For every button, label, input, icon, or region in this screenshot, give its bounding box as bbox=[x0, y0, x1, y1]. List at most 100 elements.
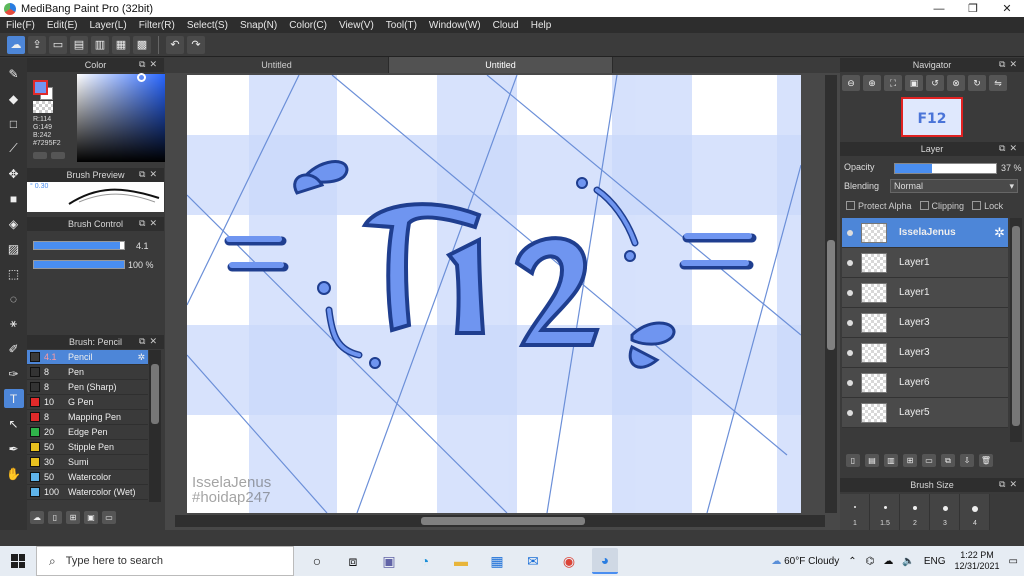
weather-widget[interactable]: ☁ 60°F Cloudy bbox=[771, 556, 839, 567]
zoom-out-icon[interactable]: ⊖ bbox=[842, 75, 860, 91]
menu-cloud[interactable]: Cloud bbox=[487, 20, 525, 31]
menu-window[interactable]: Window(W) bbox=[423, 20, 487, 31]
file-explorer-icon[interactable]: ▬ bbox=[448, 548, 474, 574]
grid-icon[interactable]: ▦ bbox=[112, 35, 130, 54]
apps-icon[interactable]: ▩ bbox=[133, 35, 151, 54]
panel-controls-icon[interactable]: ⧉✕ bbox=[139, 218, 161, 229]
pen-line-tool-icon[interactable]: ⟋ bbox=[4, 139, 24, 158]
brush-size-preset[interactable]: 1.5 bbox=[870, 494, 900, 530]
brush-size-preset[interactable]: 1 bbox=[840, 494, 870, 530]
reset-view-icon[interactable]: ⊗ bbox=[947, 75, 965, 91]
brush-list-item[interactable]: 4.1 Pencil ✲ bbox=[27, 350, 148, 365]
brush-list-item[interactable]: 8 Pen (Sharp) bbox=[27, 380, 148, 395]
layer-item[interactable]: Layer3 bbox=[842, 338, 1008, 368]
taskbar-search[interactable]: ⌕ Type here to search bbox=[36, 546, 294, 576]
close-button[interactable]: ✕ bbox=[990, 0, 1024, 17]
volume-icon[interactable]: 🔈 bbox=[902, 556, 914, 567]
teams-icon[interactable]: ▣ bbox=[376, 548, 402, 574]
layer-item[interactable]: IsselaJenus ✲ bbox=[842, 218, 1008, 248]
brush-list-item[interactable]: 30 Sumi bbox=[27, 455, 148, 470]
navigator-thumbnail[interactable]: F12 bbox=[901, 97, 963, 137]
visibility-icon[interactable] bbox=[847, 289, 853, 296]
gear-icon[interactable]: ✲ bbox=[137, 352, 145, 363]
language-indicator[interactable]: ENG bbox=[924, 556, 946, 567]
merge-layer-icon[interactable]: ⇩ bbox=[960, 454, 974, 467]
new-8bit-layer-icon[interactable]: ▥ bbox=[884, 454, 898, 467]
menu-color[interactable]: Color(C) bbox=[283, 20, 333, 31]
add-brush-icon[interactable]: ⊞ bbox=[66, 511, 80, 524]
brush-list-scrollbar[interactable] bbox=[149, 350, 161, 502]
note-icon[interactable]: ▤ bbox=[70, 35, 88, 54]
brush-size-preset[interactable]: 4 bbox=[960, 494, 990, 530]
comment-icon[interactable]: ▭ bbox=[49, 35, 67, 54]
menu-help[interactable]: Help bbox=[525, 20, 558, 31]
visibility-icon[interactable] bbox=[847, 349, 853, 356]
transparent-color-swatch[interactable] bbox=[33, 101, 53, 113]
brush-list-item[interactable]: 50 Stipple Pen bbox=[27, 440, 148, 455]
edge-icon[interactable]: ◔ bbox=[412, 548, 438, 574]
clock[interactable]: 1:22 PM 12/31/2021 bbox=[955, 550, 1000, 572]
new-brush-icon[interactable]: ▯ bbox=[48, 511, 62, 524]
redo-icon[interactable]: ↷ bbox=[187, 35, 205, 54]
visibility-icon[interactable] bbox=[847, 379, 853, 386]
cloud-brush-icon[interactable]: ☁ bbox=[30, 511, 44, 524]
cortana-icon[interactable]: ○ bbox=[304, 548, 330, 574]
minimize-button[interactable]: — bbox=[922, 0, 956, 17]
task-view-icon[interactable]: ⧈ bbox=[340, 548, 366, 574]
fill-shape-tool-icon[interactable]: ■ bbox=[4, 189, 24, 208]
color-mode-button[interactable] bbox=[33, 152, 47, 159]
brush-list-item[interactable]: 8 Pen bbox=[27, 365, 148, 380]
new-halftone-layer-icon[interactable]: ▤ bbox=[865, 454, 879, 467]
clipping-checkbox[interactable]: Clipping bbox=[919, 201, 964, 211]
chevron-up-icon[interactable]: ⌃ bbox=[848, 556, 856, 567]
new-layer-icon[interactable]: ▯ bbox=[846, 454, 860, 467]
scrollbar-thumb[interactable] bbox=[151, 364, 159, 424]
layer-list-scrollbar[interactable] bbox=[1010, 218, 1022, 442]
zoom-in-icon[interactable]: ⊕ bbox=[863, 75, 881, 91]
notification-icon[interactable]: ▭ bbox=[1009, 556, 1018, 567]
rotate-right-icon[interactable]: ↻ bbox=[968, 75, 986, 91]
scrollbar-thumb[interactable] bbox=[1012, 226, 1020, 426]
rectangle-tool-icon[interactable]: □ bbox=[4, 114, 24, 133]
gradient-tool-icon[interactable]: ▨ bbox=[4, 239, 24, 258]
menu-snap[interactable]: Snap(N) bbox=[234, 20, 283, 31]
maximize-button[interactable]: ❐ bbox=[956, 0, 990, 17]
tab-untitled-2[interactable]: Untitled bbox=[389, 57, 613, 73]
blending-select[interactable]: Normal ▾ bbox=[890, 179, 1018, 193]
flip-icon[interactable]: ⇋ bbox=[989, 75, 1007, 91]
menu-select[interactable]: Select(S) bbox=[181, 20, 234, 31]
scrollbar-thumb[interactable] bbox=[421, 517, 585, 525]
rotate-left-icon[interactable]: ↺ bbox=[926, 75, 944, 91]
layer-item[interactable]: Layer6 bbox=[842, 368, 1008, 398]
scrollbar-thumb[interactable] bbox=[827, 240, 835, 350]
text-tool-icon[interactable]: T bbox=[3, 389, 24, 408]
brush-list-item[interactable]: 10 G Pen bbox=[27, 395, 148, 410]
panel-controls-icon[interactable]: ⧉✕ bbox=[139, 59, 161, 70]
layer-item[interactable]: Layer1 bbox=[842, 278, 1008, 308]
move-tool-icon[interactable]: ✥ bbox=[4, 164, 24, 183]
primary-color-swatch[interactable] bbox=[33, 80, 48, 95]
brush-size-preset[interactable]: 2 bbox=[900, 494, 930, 530]
menu-tool[interactable]: Tool(T) bbox=[380, 20, 423, 31]
delete-layer-icon[interactable]: 🗑 bbox=[979, 454, 993, 467]
layer-item[interactable]: Layer1 bbox=[842, 248, 1008, 278]
brush-list-item[interactable]: 100 Watercolor (Wet) bbox=[27, 485, 148, 500]
folder-icon[interactable]: ▭ bbox=[922, 454, 936, 467]
network-icon[interactable]: ⌬ bbox=[866, 556, 875, 567]
share-icon[interactable]: ⇪ bbox=[28, 35, 46, 54]
picker-cursor[interactable] bbox=[137, 73, 146, 82]
bucket-tool-icon[interactable]: ◈ bbox=[4, 214, 24, 233]
color-mode-button[interactable] bbox=[51, 152, 65, 159]
cloud-icon[interactable]: ☁ bbox=[7, 35, 25, 54]
fit-window-icon[interactable]: ⛶ bbox=[884, 75, 902, 91]
visibility-icon[interactable] bbox=[847, 319, 853, 326]
gear-icon[interactable]: ✲ bbox=[994, 225, 1005, 241]
cloud-icon[interactable]: ☁ bbox=[883, 556, 893, 567]
drawing-canvas[interactable]: IsselaJenus #hoidap247 bbox=[187, 75, 801, 513]
menu-file[interactable]: File(F) bbox=[0, 20, 41, 31]
eraser-tool-icon[interactable]: ◆ bbox=[4, 89, 24, 108]
menu-edit[interactable]: Edit(E) bbox=[41, 20, 84, 31]
lasso-tool-icon[interactable]: ◌ bbox=[4, 289, 24, 308]
document-icon[interactable]: ▥ bbox=[91, 35, 109, 54]
panel-controls-icon[interactable]: ⧉✕ bbox=[999, 143, 1021, 154]
